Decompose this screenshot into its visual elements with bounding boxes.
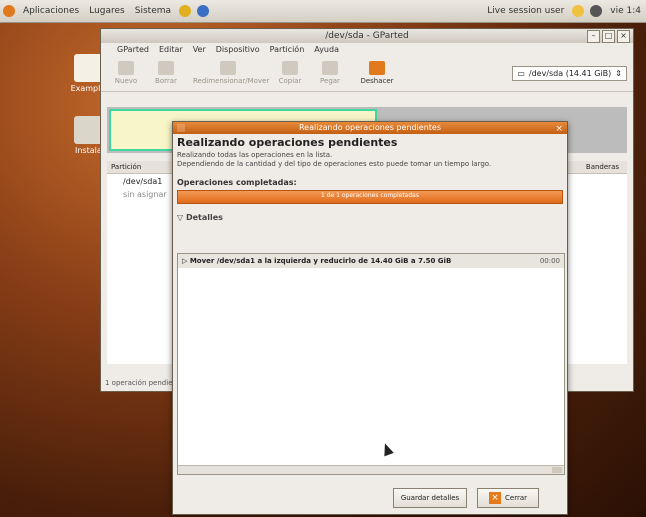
details-box: ▷ Mover /dev/sda1 a la izquierda y reduc… [177, 253, 565, 475]
new-button[interactable]: Nuevo [113, 61, 139, 85]
top-panel: Aplicaciones Lugares Sistema Live sessio… [0, 0, 646, 23]
menu-aplicaciones[interactable]: Aplicaciones [18, 6, 84, 16]
menu-sistema[interactable]: Sistema [130, 6, 176, 16]
menu-particion[interactable]: Partición [270, 45, 305, 54]
horizontal-scrollbar[interactable] [178, 465, 564, 474]
undo-icon [369, 61, 385, 75]
close-icon: × [489, 492, 501, 504]
dialog-titlebar[interactable]: Realizando operaciones pendientes × [173, 122, 567, 134]
network-icon[interactable] [572, 5, 585, 17]
menu-editar[interactable]: Editar [159, 45, 183, 54]
list-item[interactable]: ▷ Mover /dev/sda1 a la izquierda y reduc… [178, 254, 564, 268]
triangle-right-icon[interactable]: ▷ [182, 254, 190, 268]
device-selector[interactable]: ▭ /dev/sda (14.41 GiB) ⇕ [512, 65, 627, 81]
help-icon[interactable] [197, 5, 210, 17]
save-details-button[interactable]: Guardar detalles [393, 488, 467, 508]
dialog-title: Realizando operaciones pendientes [298, 123, 442, 132]
gparted-titlebar[interactable]: /dev/sda - GParted – □ × [101, 29, 633, 43]
copy-button[interactable]: Copiar [277, 61, 303, 85]
undo-button[interactable]: Deshacer [357, 61, 397, 85]
menu-dispositivo[interactable]: Dispositivo [216, 45, 260, 54]
scrollbar-thumb[interactable] [552, 467, 562, 473]
close-dialog-button[interactable]: × Cerrar [477, 488, 539, 508]
dialog-description-2: Dependiendo de la cantidad y del tipo de… [177, 160, 492, 168]
close-button[interactable]: × [617, 30, 630, 43]
resize-icon [220, 61, 236, 75]
close-icon[interactable]: × [555, 123, 563, 135]
new-icon [118, 61, 134, 75]
resize-move-button[interactable]: Redimensionar/Mover [193, 61, 269, 85]
session-user[interactable]: Live session user [482, 6, 569, 16]
paste-button[interactable]: Pegar [317, 61, 343, 85]
dialog-description-1: Realizando todas las operaciones en la l… [177, 151, 333, 159]
ubuntu-logo-icon[interactable] [3, 5, 15, 17]
detail-time: 00:00 [539, 257, 560, 265]
firefox-icon[interactable] [179, 5, 192, 17]
chevron-down-icon: ⇕ [615, 68, 622, 78]
dialog-heading: Realizando operaciones pendientes [177, 136, 398, 149]
progress-bar: 1 de 1 operaciones completadas [177, 190, 563, 204]
maximize-button[interactable]: □ [602, 30, 615, 43]
menu-ayuda[interactable]: Ayuda [314, 45, 339, 54]
menu-lugares[interactable]: Lugares [84, 6, 130, 16]
column-particion[interactable]: Partición [107, 163, 171, 171]
volume-icon[interactable] [590, 5, 603, 17]
gparted-menubar: GParted Editar Ver Dispositivo Partición… [101, 43, 633, 55]
app-icon [177, 124, 185, 132]
details-expander[interactable]: ▽ Detalles [177, 213, 563, 222]
paste-icon [322, 61, 338, 75]
pending-operations-dialog: Realizando operaciones pendientes × Real… [172, 121, 568, 515]
copy-icon [282, 61, 298, 75]
detail-text: Mover /dev/sda1 a la izquierda y reducir… [189, 257, 452, 265]
menu-gparted[interactable]: GParted [117, 45, 149, 54]
window-title: /dev/sda - GParted [325, 31, 409, 41]
clock[interactable]: vie 1:4 [605, 6, 646, 16]
delete-icon [158, 61, 174, 75]
menu-ver[interactable]: Ver [193, 45, 206, 54]
column-banderas[interactable]: Banderas [586, 163, 627, 171]
delete-button[interactable]: Borrar [153, 61, 179, 85]
minimize-button[interactable]: – [587, 30, 600, 43]
disk-icon: ▭ [517, 68, 525, 78]
triangle-down-icon: ▽ [177, 213, 184, 222]
completed-label: Operaciones completadas: [177, 178, 297, 187]
progress-text: 1 de 1 operaciones completadas [321, 192, 419, 199]
gparted-toolbar: Nuevo Borrar Redimensionar/Mover Copiar … [101, 55, 633, 92]
